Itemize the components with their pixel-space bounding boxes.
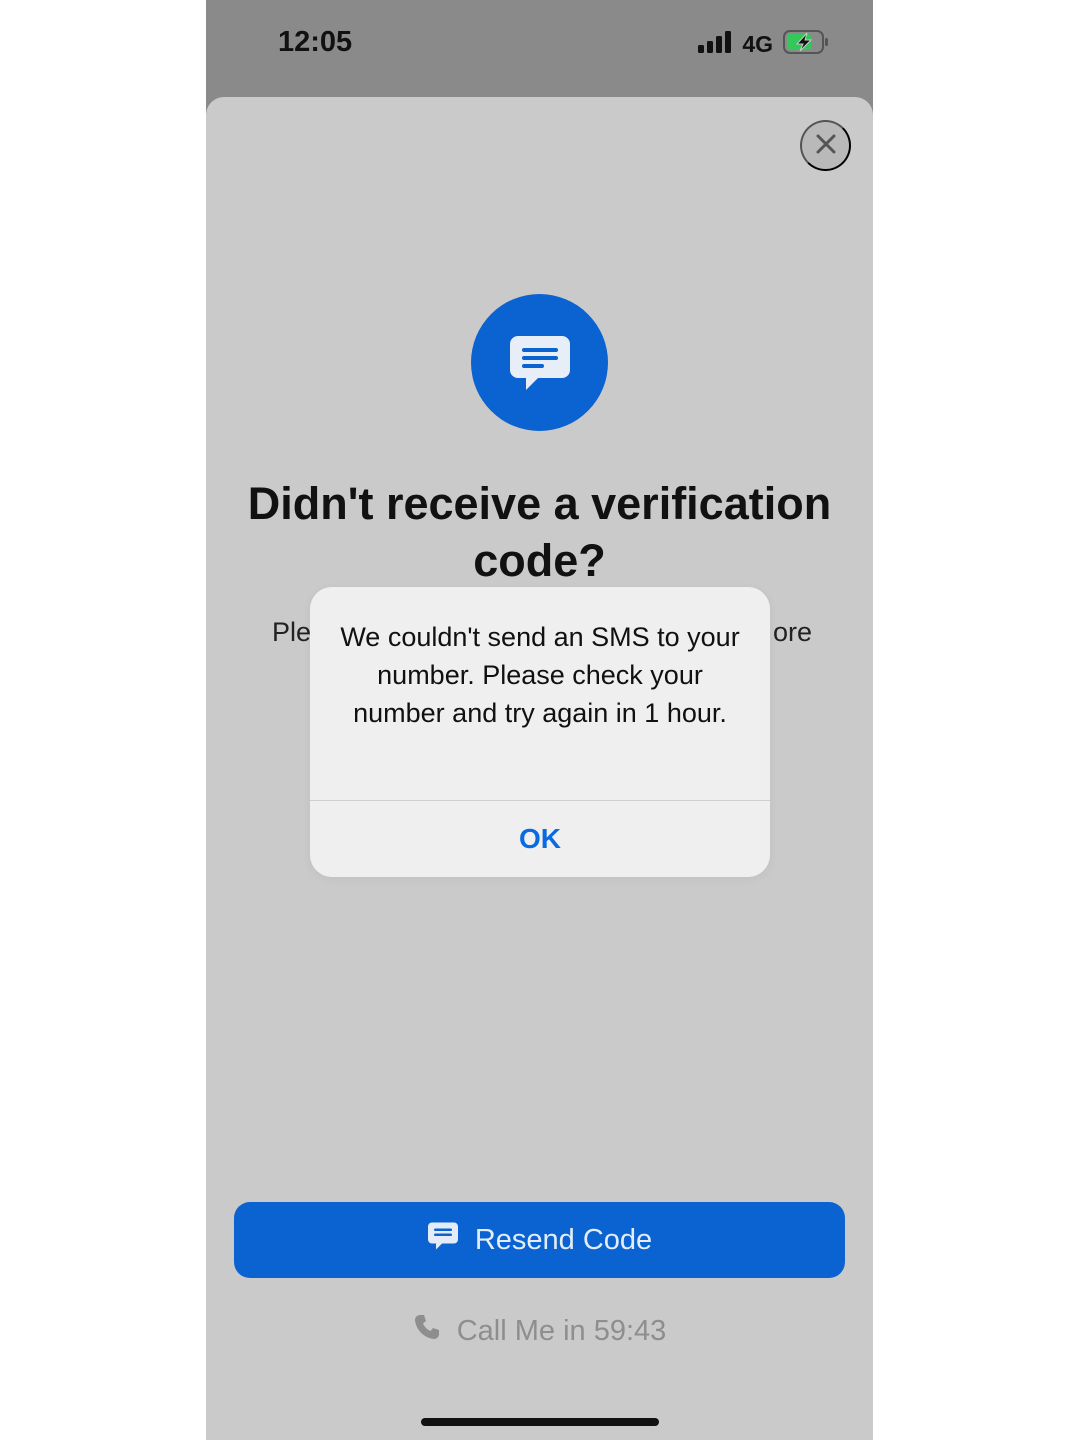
message-bubble-icon	[427, 1221, 459, 1259]
sms-error-alert: We couldn't send an SMS to your number. …	[310, 587, 770, 877]
message-bubble-icon	[471, 294, 608, 431]
call-me-label: Call Me in 59:43	[456, 1314, 667, 1347]
resend-code-button[interactable]: Resend Code	[234, 1202, 845, 1278]
subtitle-text-end: ore	[773, 617, 813, 647]
phone-icon	[413, 1313, 441, 1349]
status-indicators: 4G	[698, 30, 829, 59]
home-indicator[interactable]	[421, 1418, 659, 1426]
status-bar: 12:05 4G	[206, 0, 873, 96]
network-label: 4G	[742, 31, 773, 57]
alert-message: We couldn't send an SMS to your number. …	[340, 622, 740, 728]
sheet-title: Didn't receive a verification code?	[247, 478, 832, 586]
call-me-link[interactable]: Call Me in 59:43	[206, 1309, 873, 1353]
subtitle-text-start: Ple	[272, 617, 312, 647]
status-time: 12:05	[278, 26, 353, 58]
resend-code-label: Resend Code	[474, 1223, 653, 1256]
battery-charging-icon	[783, 30, 829, 59]
alert-ok-button[interactable]: OK	[310, 801, 770, 877]
signal-bars-icon	[698, 31, 732, 58]
close-icon	[815, 133, 837, 158]
close-button[interactable]	[800, 120, 851, 171]
